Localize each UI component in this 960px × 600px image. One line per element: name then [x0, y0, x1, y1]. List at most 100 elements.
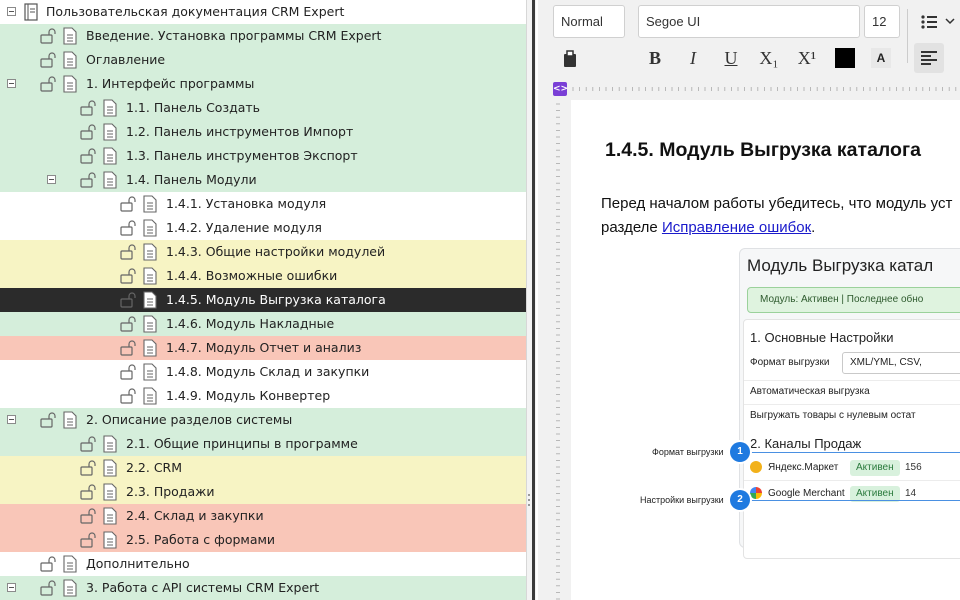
- align-left-icon: [921, 51, 937, 65]
- unlock-icon[interactable]: [80, 508, 98, 524]
- tree-item-label: 1.4.4. Возможные ошибки: [166, 268, 338, 283]
- tree-item[interactable]: 1.4.7. Модуль Отчет и анализ: [0, 336, 526, 360]
- tree-item[interactable]: 1.4.5. Модуль Выгрузка каталога: [0, 288, 526, 312]
- tree-item[interactable]: 1.2. Панель инструментов Импорт: [0, 120, 526, 144]
- tree-item-label: 1. Интерфейс программы: [86, 76, 255, 91]
- unlock-icon[interactable]: [120, 244, 138, 260]
- tree-item[interactable]: 1.3. Панель инструментов Экспорт: [0, 144, 526, 168]
- bold-button[interactable]: B: [640, 43, 670, 73]
- figure-divider: [744, 380, 960, 381]
- document-icon: [103, 147, 117, 165]
- tree-item[interactable]: 1.4.4. Возможные ошибки: [0, 264, 526, 288]
- tree-item[interactable]: Дополнительно: [0, 552, 526, 576]
- unlock-icon[interactable]: [80, 100, 98, 116]
- unlock-icon[interactable]: [40, 556, 58, 572]
- paragraph-text: разделе: [601, 219, 662, 236]
- unlock-icon[interactable]: [120, 292, 138, 308]
- code-view-toggle[interactable]: <>: [553, 82, 568, 96]
- tree-item-label: 1.4.1. Установка модуля: [166, 196, 327, 211]
- document-icon: [63, 411, 77, 429]
- paste-button[interactable]: [562, 50, 578, 68]
- paragraph-style-select[interactable]: Normal: [553, 5, 625, 38]
- embedded-screenshot: Модуль Выгрузка катал Модуль: Активен | …: [739, 248, 960, 559]
- collapse-toggle[interactable]: [7, 583, 16, 592]
- tree-item[interactable]: Введение. Установка программы CRM Expert: [0, 24, 526, 48]
- document-icon: [143, 363, 157, 381]
- unlock-icon[interactable]: [120, 316, 138, 332]
- tree-item[interactable]: 1.4.9. Модуль Конвертер: [0, 384, 526, 408]
- font-family-select[interactable]: Segoe UI: [638, 5, 860, 38]
- unlock-icon[interactable]: [80, 484, 98, 500]
- paragraph-line: разделе Исправление ошибок.: [601, 216, 952, 240]
- unlock-icon[interactable]: [40, 580, 58, 596]
- tree-item[interactable]: 1.4.1. Установка модуля: [0, 192, 526, 216]
- tree-item-label: 1.4.9. Модуль Конвертер: [166, 388, 331, 403]
- unlock-icon[interactable]: [40, 412, 58, 428]
- document-icon: [103, 507, 117, 525]
- unlock-icon[interactable]: [80, 436, 98, 452]
- tree-item-label: 1.4.8. Модуль Склад и закупки: [166, 364, 370, 379]
- tree-item[interactable]: 1.1. Панель Создать: [0, 96, 526, 120]
- grip-handle[interactable]: [528, 494, 531, 514]
- tree-item[interactable]: Оглавление: [0, 48, 526, 72]
- tree-item[interactable]: 1.4.3. Общие настройки модулей: [0, 240, 526, 264]
- tree-item[interactable]: 2.5. Работа с формами: [0, 528, 526, 552]
- collapse-toggle[interactable]: [7, 415, 16, 424]
- document-icon: [63, 579, 77, 597]
- collapse-toggle[interactable]: [7, 7, 16, 16]
- tree-item[interactable]: 3. Работа с API системы CRM Expert: [0, 576, 526, 600]
- unlock-icon[interactable]: [80, 148, 98, 164]
- unlock-icon[interactable]: [80, 124, 98, 140]
- figure-divider: [744, 404, 960, 405]
- subscript-button[interactable]: X₁: [754, 43, 784, 73]
- bullet-list-icon: [921, 15, 955, 29]
- tree-item[interactable]: 1. Интерфейс программы: [0, 72, 526, 96]
- google-icon: [750, 487, 762, 500]
- tree-item[interactable]: 2.4. Склад и закупки: [0, 504, 526, 528]
- unlock-icon[interactable]: [80, 532, 98, 548]
- unlock-icon[interactable]: [120, 364, 138, 380]
- yandex-market-icon: [750, 461, 762, 474]
- tree-item-label: 1.1. Панель Создать: [126, 100, 261, 115]
- error-fix-link[interactable]: Исправление ошибок: [662, 219, 811, 236]
- unlock-icon[interactable]: [120, 388, 138, 404]
- unlock-icon[interactable]: [80, 460, 98, 476]
- unlock-icon[interactable]: [40, 52, 58, 68]
- editor-pane: Normal Segoe UI 12 B I U X₁ X¹ A <> 1.4.…: [538, 0, 960, 600]
- figure-channel-row: Google Merchant Активен 14: [750, 484, 916, 504]
- unlock-icon[interactable]: [40, 28, 58, 44]
- tree-item[interactable]: 1.4.8. Модуль Склад и закупки: [0, 360, 526, 384]
- text-color-swatch[interactable]: [835, 48, 855, 68]
- unlock-icon[interactable]: [80, 172, 98, 188]
- unlock-icon[interactable]: [40, 76, 58, 92]
- tree-item-label: 2.4. Склад и закупки: [126, 508, 264, 523]
- align-left-button[interactable]: [914, 43, 944, 73]
- unlock-icon[interactable]: [120, 220, 138, 236]
- figure-section-heading: 2. Каналы Продаж: [750, 436, 862, 451]
- collapse-toggle[interactable]: [7, 79, 16, 88]
- callout-label: Настройки выгрузки: [640, 495, 724, 505]
- highlight-color-button[interactable]: A: [871, 48, 891, 68]
- tree-root[interactable]: Пользовательская документация CRM Expert: [0, 0, 526, 24]
- paragraph-line: Перед началом работы убедитесь, что моду…: [601, 195, 953, 212]
- underline-button[interactable]: U: [716, 43, 746, 73]
- list-style-button[interactable]: [920, 13, 960, 31]
- font-size-select[interactable]: 12: [864, 5, 900, 38]
- pane-splitter[interactable]: [526, 0, 536, 600]
- tree-item[interactable]: 2.1. Общие принципы в программе: [0, 432, 526, 456]
- tree-item[interactable]: 2. Описание разделов системы: [0, 408, 526, 432]
- tree-item[interactable]: 1.4.2. Удаление модуля: [0, 216, 526, 240]
- callout-line: [749, 452, 960, 453]
- tree-item[interactable]: 1.4.6. Модуль Накладные: [0, 312, 526, 336]
- unlock-icon[interactable]: [120, 268, 138, 284]
- tree-item[interactable]: 2.2. CRM: [0, 456, 526, 480]
- unlock-icon[interactable]: [120, 196, 138, 212]
- italic-button[interactable]: I: [678, 43, 708, 73]
- tree-item[interactable]: 1.4. Панель Модули: [0, 168, 526, 192]
- tree-item[interactable]: 2.3. Продажи: [0, 480, 526, 504]
- tree-item-label: 1.4.6. Модуль Накладные: [166, 316, 335, 331]
- collapse-toggle[interactable]: [47, 175, 56, 184]
- superscript-button[interactable]: X¹: [792, 43, 822, 73]
- channel-count: 156: [905, 462, 922, 473]
- unlock-icon[interactable]: [120, 340, 138, 356]
